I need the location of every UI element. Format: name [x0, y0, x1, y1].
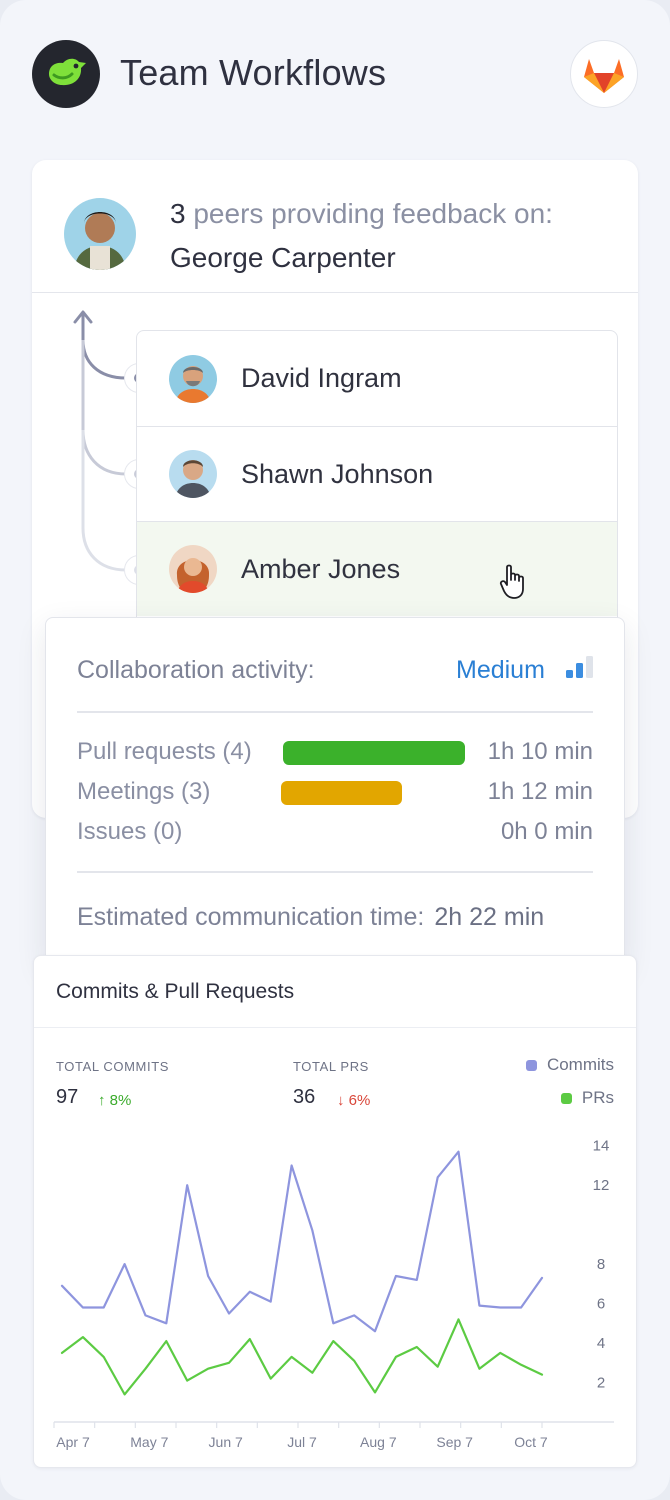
collaboration-panel: Collaboration activity: Medium Pull requ…	[45, 617, 625, 967]
gitlab-icon[interactable]	[570, 40, 638, 108]
collaboration-level: Medium	[456, 656, 545, 684]
collaboration-label: Collaboration activity:	[77, 656, 315, 684]
metric-time: 0h 0 min	[500, 818, 593, 845]
metric-time: 1h 10 min	[487, 738, 593, 765]
y-tick-label: 2	[597, 1375, 605, 1392]
series-line-prs	[60, 1318, 544, 1396]
y-tick-label: 6	[597, 1296, 605, 1313]
app-title: Team Workflows	[120, 52, 387, 93]
x-tick-label: Aug 7	[360, 1434, 397, 1450]
estimate-label: Estimated communication time:	[77, 903, 425, 931]
peer-count: 3	[170, 198, 186, 229]
avatar	[169, 545, 217, 593]
metric-label: Pull requests (4)	[77, 738, 252, 765]
x-tick-label: Sep 7	[436, 1434, 473, 1450]
feedback-heading: 3 peers providing feedback on:	[170, 198, 553, 230]
x-tick-label: Apr 7	[56, 1434, 90, 1450]
signal-strength-icon	[566, 656, 593, 678]
app-frame: Team Workflows 3 peers providing feedbac…	[0, 0, 670, 1500]
estimate-row: Estimated communication time: 2h 22 min	[77, 903, 544, 932]
peer-name: David Ingram	[241, 363, 402, 393]
subject-avatar	[64, 198, 136, 270]
y-tick-label: 4	[597, 1335, 605, 1352]
peer-name: Amber Jones	[241, 553, 401, 584]
x-tick-label: May 7	[130, 1434, 168, 1450]
metric-time: 1h 12 min	[487, 778, 593, 805]
y-tick-label: 8	[597, 1256, 605, 1273]
peer-list: David Ingram Shawn Johnson Amber Jones	[136, 330, 618, 630]
subject-name: George Carpenter	[170, 242, 396, 273]
avatar	[169, 450, 217, 498]
commits-line-chart: 2 4 6 8 12 14 Apr 7 May 7 Jun 7 Jul 7 Aug 7 Sep 7 Oc…	[53, 1138, 614, 1450]
x-tick-label: Oct 7	[514, 1434, 548, 1450]
metric-bar	[283, 741, 465, 765]
metric-bar	[281, 781, 402, 805]
y-tick-label: 14	[593, 1138, 610, 1155]
x-tick-label: Jul 7	[287, 1434, 317, 1450]
x-tick-label: Jun 7	[209, 1434, 243, 1450]
divider	[77, 711, 593, 713]
divider	[77, 871, 593, 873]
peer-item[interactable]: David Ingram	[137, 331, 617, 426]
peer-name: Shawn Johnson	[241, 458, 434, 489]
divider	[32, 292, 638, 293]
series-line-commits	[60, 1150, 544, 1333]
peer-count-label: peers providing feedback on:	[193, 198, 553, 229]
bird-icon[interactable]	[32, 40, 100, 108]
y-tick-label: 12	[593, 1177, 610, 1194]
peer-item-active[interactable]: Amber Jones	[137, 521, 617, 616]
commits-chart-card: Commits & Pull Requests TOTAL COMMITS 97…	[33, 955, 637, 1468]
metric-label: Meetings (3)	[77, 778, 211, 805]
estimate-value: 2h 22 min	[434, 903, 545, 931]
metric-label: Issues (0)	[77, 818, 183, 845]
peer-item[interactable]: Shawn Johnson	[137, 426, 617, 521]
avatar	[169, 354, 217, 403]
hand-cursor-icon	[499, 564, 524, 599]
